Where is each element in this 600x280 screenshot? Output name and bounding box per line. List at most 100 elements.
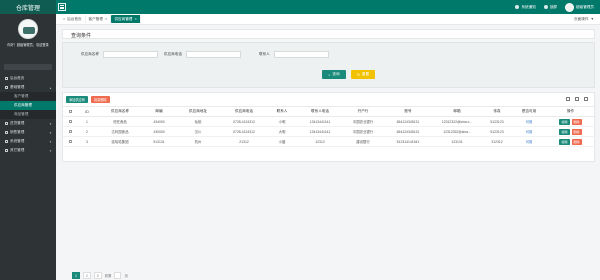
table-row: 2 达利园食品 430000 汉川 0728-4124312 大明 134134… (63, 126, 596, 137)
reset-button[interactable]: ↻ 重置 (351, 70, 375, 79)
cell-bank: 建设银行 (343, 136, 383, 147)
field-label: 联系人 (259, 52, 270, 56)
sidebar-item-purchase[interactable]: 进货管理 ▼ (0, 119, 56, 128)
cell-actions: 编辑 删除 (545, 126, 596, 137)
row-checkbox[interactable] (63, 136, 77, 147)
sidebar-item-customers[interactable]: 客户管理 (0, 92, 56, 101)
sidebar-item-basic[interactable]: 基础管理 ▲ (0, 83, 56, 92)
supplier-name-input[interactable] (102, 51, 158, 58)
page-actions-dropdown[interactable]: 页面操作 ▼ (574, 17, 594, 22)
chevron-down-icon: ▼ (49, 148, 52, 153)
contact-input[interactable] (273, 51, 329, 58)
columns-icon[interactable] (566, 97, 570, 101)
tab-label: 后台首页 (67, 16, 82, 21)
page-suffix: 页 (124, 274, 128, 278)
cell-status: 可用 (513, 126, 545, 137)
sidebar-item-label: 进货管理 (10, 121, 25, 125)
sidebar-item-system[interactable]: 系统管理 ▼ (0, 137, 56, 146)
row-checkbox[interactable] (63, 116, 77, 127)
close-icon[interactable]: ✕ (134, 17, 137, 21)
chevron-down-icon: ▼ (49, 121, 52, 126)
row-checkbox[interactable] (63, 126, 77, 137)
column-header: 邮箱 (433, 106, 481, 117)
cell-contact: 小明 (267, 116, 297, 127)
field-label: 供应商名称 (81, 52, 99, 56)
sidebar-item-goods[interactable]: 商品管理 (0, 110, 56, 119)
delete-button[interactable]: 删除 (571, 128, 582, 135)
cell-zip: 430000 (143, 126, 175, 137)
chart-icon (5, 131, 8, 134)
supplier-table-panel: 添加供应商 批量删除 ID 供应商名称 邮编 供应商地址 供应商电话 联系人 联… (62, 92, 596, 162)
menu-toggle-icon[interactable] (58, 3, 66, 11)
page-button[interactable]: 1 (72, 272, 80, 279)
cell-account: 512314141541 (383, 136, 433, 147)
edit-button[interactable]: 编辑 (559, 128, 570, 135)
column-header: 供应商地址 (175, 106, 221, 117)
cell-contact: 大明 (267, 126, 297, 137)
delete-button[interactable]: 删除 (571, 118, 582, 125)
batch-delete-button[interactable]: 批量删除 (90, 95, 110, 103)
column-header: 开户行 (343, 106, 383, 117)
page-button[interactable]: 3 (93, 272, 102, 279)
cell-contact-phone: 13413441141 (297, 116, 343, 127)
close-icon[interactable]: ✕ (105, 17, 108, 21)
search-button[interactable]: ⌕ 查询 (322, 70, 346, 79)
export-icon[interactable] (575, 97, 579, 101)
column-header: 联系人电话 (297, 106, 343, 117)
home-icon (5, 77, 8, 80)
table-tools (566, 97, 588, 101)
sidebar-item-home[interactable]: 后台首页 (0, 74, 56, 83)
sidebar-item-suppliers[interactable]: 供应商管理 (0, 101, 56, 110)
edit-button[interactable]: 编辑 (559, 138, 570, 145)
query-form: 供应商名称 供应商电话 联系人 ⌕ 查询 ↻ 重置 (62, 42, 595, 88)
sidebar-item-other[interactable]: 其它管理 ▼ (0, 146, 56, 155)
sidebar-item-label: 系统管理 (10, 139, 25, 143)
more-icon (5, 149, 8, 152)
edit-button[interactable]: 编辑 (559, 118, 570, 125)
delete-button[interactable]: 删除 (571, 138, 582, 145)
column-header: 账号 (383, 106, 433, 117)
cell-name: 娃哈哈集团 (97, 136, 143, 147)
cell-contact: 小晨 (267, 136, 297, 147)
query-panel: 查询条件 (62, 29, 595, 39)
tab-customers[interactable]: 客户管理 ✕ (86, 15, 112, 23)
cell-zip: 513131 (143, 136, 175, 147)
cell-account: 654124345131 (383, 126, 433, 137)
table-toolbar: 添加供应商 批量删除 (63, 93, 594, 105)
chevron-down-icon: ▼ (49, 130, 52, 135)
column-header: 是否可用 (513, 106, 545, 117)
notifications-button[interactable]: 系统通知 (515, 4, 536, 10)
sidebar-item-sales[interactable]: 销售管理 ▼ (0, 128, 56, 137)
notifications-label: 系统通知 (521, 4, 536, 9)
sidebar-search-input[interactable] (4, 64, 52, 70)
user-name: 超级管理员 (576, 4, 594, 9)
chevron-down-icon: ▼ (49, 139, 52, 144)
cell-bank: 中国农业银行 (343, 116, 383, 127)
select-all-checkbox[interactable] (63, 106, 77, 117)
user-profile: 你好！超级管理员，欢迎登录 (0, 14, 56, 62)
lock-button[interactable]: 锁屏 (543, 5, 557, 10)
search-icon: ⌕ (328, 72, 331, 77)
tab-home[interactable]: ⌂ 后台首页 (60, 15, 86, 23)
column-header: 联系人 (267, 106, 297, 117)
sidebar-item-label: 客户管理 (14, 94, 29, 98)
page-tabs: ⌂ 后台首页 客户管理 ✕ 供应商管理 ✕ 页面操作 ▼ (56, 14, 600, 25)
sidebar-item-label: 基础管理 (10, 85, 25, 89)
cell-id: 2 (77, 126, 97, 137)
add-supplier-button[interactable]: 添加供应商 (66, 95, 88, 103)
gear-icon (5, 86, 8, 89)
page-button[interactable]: 2 (82, 272, 91, 279)
avatar (565, 2, 575, 12)
top-nav: 系统通知 锁屏 超级管理员 (56, 0, 600, 14)
tab-suppliers[interactable]: 供应商管理 ✕ (111, 15, 141, 23)
main-content: 查询条件 供应商名称 供应商电话 联系人 ⌕ 查询 ↻ 重置 添加供应商 批量删… (56, 25, 600, 280)
user-menu[interactable]: 超级管理员 (565, 2, 594, 12)
page-jump-input[interactable] (114, 272, 122, 279)
column-header: ID (77, 106, 97, 117)
field-label: 供应商电话 (164, 52, 182, 56)
supplier-phone-input[interactable] (185, 51, 241, 58)
table-row: 1 旺旺食品 434000 仙桃 0728-4124312 小明 1341344… (63, 116, 596, 127)
column-header: 供应商电话 (221, 106, 267, 117)
print-icon[interactable] (584, 97, 588, 101)
bell-icon (515, 5, 520, 9)
